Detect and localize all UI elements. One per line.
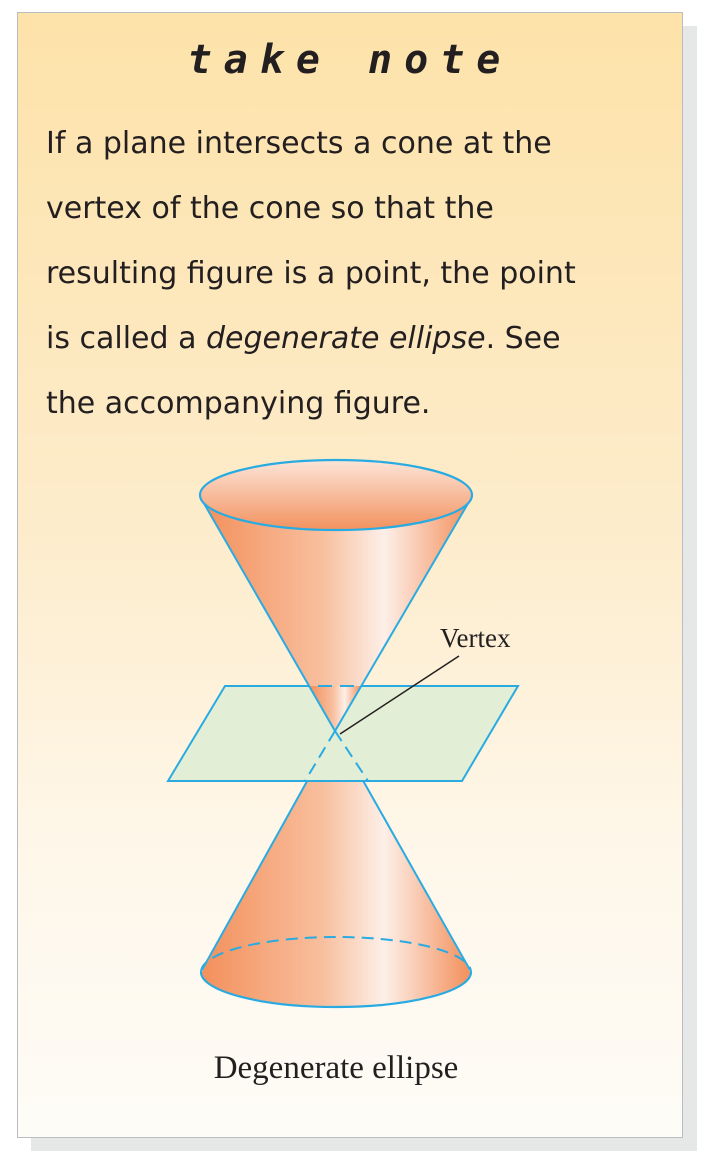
- double-cone-figure: Vertex Degenerate ellipse: [166, 458, 520, 1086]
- figure-caption: Degenerate ellipse: [214, 1050, 459, 1086]
- vertex-label: Vertex: [440, 623, 511, 653]
